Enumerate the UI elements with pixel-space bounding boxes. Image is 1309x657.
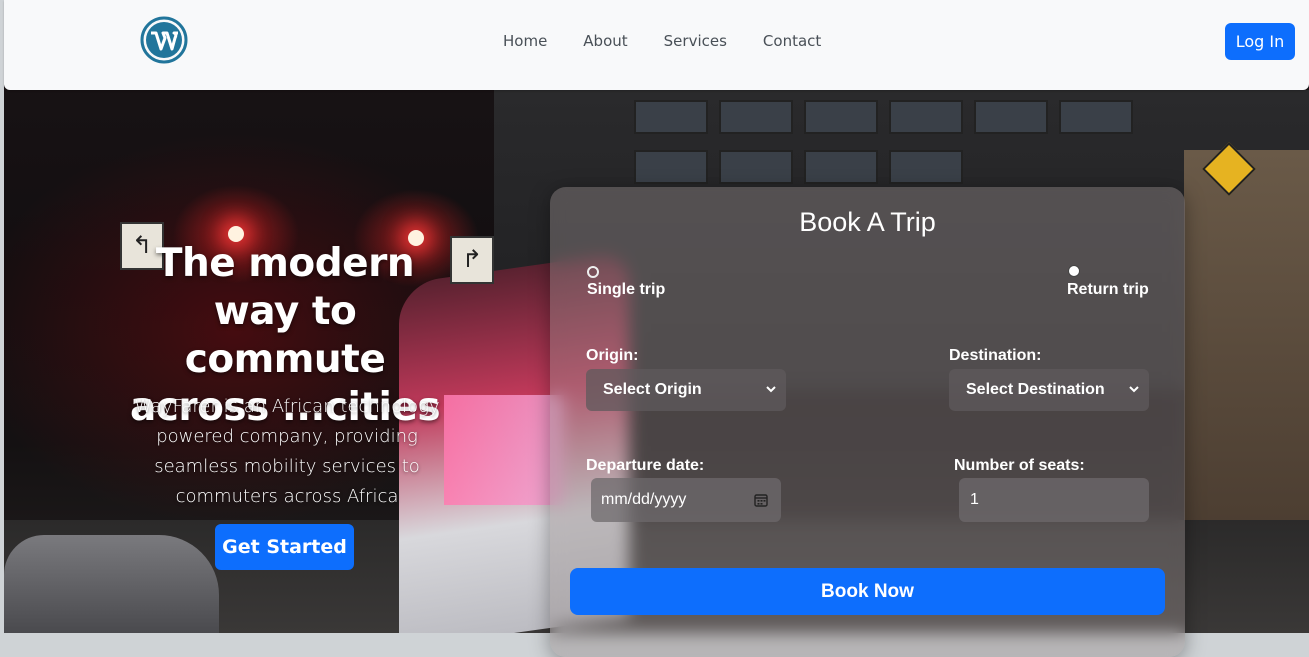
background-car [4, 535, 219, 633]
single-trip-label: Single trip [587, 281, 666, 298]
navbar: Home About Services Contact Log In [4, 0, 1309, 90]
chevron-down-icon [1129, 386, 1139, 393]
seats-value: 1 [970, 491, 979, 508]
seats-label: Number of seats: [954, 457, 1085, 474]
destination-select[interactable]: Select Destination [949, 369, 1149, 411]
destination-label: Destination: [949, 347, 1042, 364]
nav-links: Home About Services Contact [503, 32, 857, 50]
booking-title: Book A Trip [799, 207, 936, 237]
wordpress-logo-icon[interactable] [140, 16, 188, 64]
single-trip-radio[interactable] [587, 266, 599, 278]
destination-select-value: Select Destination [966, 381, 1105, 398]
hero-description: WayFarer is an African technology powere… [134, 396, 440, 507]
chevron-down-icon [766, 386, 776, 393]
return-trip-label: Return trip [1067, 281, 1149, 298]
origin-select-value: Select Origin [603, 381, 702, 398]
calendar-icon[interactable] [754, 493, 768, 507]
nav-link-services[interactable]: Services [664, 32, 727, 50]
origin-label: Origin: [586, 347, 639, 364]
seats-input[interactable]: 1 [959, 478, 1149, 522]
date-placeholder: mm/dd/yyyy [601, 491, 687, 508]
origin-select[interactable]: Select Origin [586, 369, 786, 411]
traffic-sign: ↱ [450, 236, 494, 284]
book-now-button[interactable]: Book Now [570, 568, 1165, 615]
get-started-button[interactable]: Get Started [215, 524, 354, 570]
return-trip-radio[interactable] [1068, 265, 1080, 277]
background-building-right [1184, 150, 1309, 550]
departure-date-label: Departure date: [586, 457, 705, 474]
login-button[interactable]: Log In [1225, 23, 1295, 60]
departure-date-input[interactable]: mm/dd/yyyy [591, 478, 781, 522]
nav-link-home[interactable]: Home [503, 32, 547, 50]
nav-link-about[interactable]: About [583, 32, 627, 50]
nav-link-contact[interactable]: Contact [763, 32, 821, 50]
